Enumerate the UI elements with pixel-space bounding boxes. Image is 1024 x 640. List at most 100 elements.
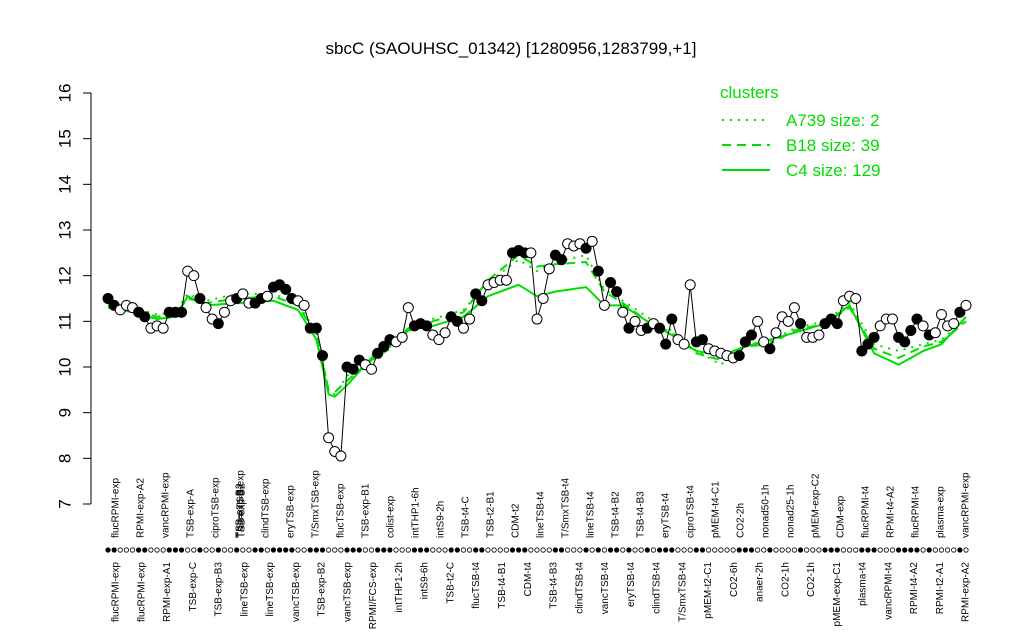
rug-mark <box>129 547 136 553</box>
data-point <box>605 277 617 289</box>
x-tick-label: flucTSB-t4 <box>471 562 482 609</box>
x-tick-label: eryTSB-t4 <box>626 562 637 607</box>
rug-mark <box>436 547 442 553</box>
rug-mark <box>914 547 920 553</box>
data-point <box>298 299 310 311</box>
data-point <box>366 363 378 375</box>
x-tick-label: plasma-exp <box>936 486 947 538</box>
x-tick-label: flucTSB-exp <box>336 483 347 538</box>
rug-mark <box>111 547 117 553</box>
x-tick-label: RPMI-t2-A1 <box>935 562 946 615</box>
rug-mark <box>240 547 246 553</box>
x-tick-label: intTHP1-2h <box>394 562 405 613</box>
rug-mark <box>742 547 748 553</box>
x-tick-label: nonad25-1h <box>786 485 797 538</box>
x-tick-label: lineTSB-t4 <box>586 491 597 538</box>
x-tick-label: TSB-exp-B3 <box>214 562 225 617</box>
rug-mark <box>117 547 123 553</box>
rug-mark <box>516 547 522 553</box>
rug-mark <box>362 547 368 553</box>
rug-mark <box>840 547 847 553</box>
rug-mark <box>203 547 209 553</box>
rug-mark <box>687 547 693 553</box>
data-point <box>788 302 800 314</box>
legend-label: B18 size: 39 <box>786 136 880 155</box>
x-tick-label: TSB-t4-C <box>461 496 472 538</box>
rug-mark <box>552 547 558 553</box>
rug-mark <box>368 547 375 553</box>
rug-mark <box>344 547 350 553</box>
rug-mark <box>853 547 859 553</box>
rug-mark <box>276 547 283 553</box>
rug-mark <box>589 547 595 553</box>
data-point <box>678 338 690 350</box>
data-point <box>948 318 960 330</box>
y-tick-label: 16 <box>55 84 74 103</box>
data-point <box>660 338 672 350</box>
rug-mark <box>705 547 712 553</box>
x-tick-label: vancRPMI-t4 <box>883 562 894 620</box>
data-point <box>525 247 537 259</box>
rug-mark <box>246 547 252 553</box>
x-tick-label: clindTSB-t4 <box>574 562 585 614</box>
x-tick-label: colist-exp <box>386 495 397 538</box>
rug-mark <box>497 547 503 553</box>
data-point <box>261 290 273 302</box>
data-point <box>280 283 292 295</box>
rug-mark <box>209 547 215 553</box>
rug-mark <box>307 547 313 553</box>
x-tick-label: flucRPMI-exp <box>136 562 147 622</box>
x-tick-label: ciproTSB-t4 <box>686 485 697 538</box>
x-tick-label: TSB-exp-C <box>188 562 199 611</box>
y-tick-label: 13 <box>55 221 74 240</box>
rug-mark <box>546 547 552 553</box>
rug-mark <box>166 547 172 553</box>
data-point <box>868 331 880 343</box>
rug-mark <box>932 547 938 553</box>
rug-mark <box>258 547 264 553</box>
rug-mark <box>650 547 657 553</box>
rug-mark <box>264 547 270 553</box>
rug-mark <box>945 547 951 553</box>
data-point <box>500 274 512 286</box>
x-tick-label: RPMI-t4-A2 <box>909 562 920 615</box>
rug-mark <box>332 547 338 553</box>
x-tick-label: RPMI-exp-A1 <box>162 562 173 622</box>
rug-mark <box>828 547 834 553</box>
x-tick-label: TSB-exp-B2 <box>317 562 328 617</box>
rug-mark <box>951 547 957 553</box>
rug-mark <box>289 547 295 553</box>
data-point <box>476 295 488 307</box>
rug-mark <box>620 547 626 553</box>
x-tick-label: CDM-t4 <box>523 562 534 597</box>
cluster-rug <box>105 547 969 553</box>
rug-mark <box>350 547 356 553</box>
rug-mark <box>399 547 405 553</box>
x-tick-label: intS9-2h <box>436 501 447 538</box>
data-point <box>237 288 249 300</box>
rug-mark <box>197 547 203 553</box>
rug-mark <box>509 547 516 553</box>
chart-figure: sbcC (SAOUHSC_01342) [1280956,1283799,+1… <box>55 39 971 629</box>
data-point <box>598 299 610 311</box>
rug-mark <box>607 547 614 553</box>
rug-mark <box>534 547 540 553</box>
x-tick-label: TSB-exp-A <box>186 489 197 538</box>
data-point <box>188 270 200 282</box>
rug-mark <box>185 547 191 553</box>
rug-mark <box>663 547 669 553</box>
data-point <box>782 315 794 327</box>
rug-mark <box>148 547 154 553</box>
rug-mark <box>871 547 877 553</box>
data-point <box>212 318 224 330</box>
rug-mark <box>902 547 908 553</box>
data-point <box>402 302 414 314</box>
legend-title: clusters <box>720 83 779 102</box>
rug-mark <box>595 547 601 553</box>
x-tick-label: CO2-6h <box>729 562 740 597</box>
x-tick-label: T/SmxTSB-t4 <box>677 562 688 622</box>
rug-mark <box>638 547 644 553</box>
x-tick-label: RPMI-t4-A2 <box>886 485 897 538</box>
rug-mark <box>565 547 571 553</box>
x-tick-label: TSB-t2-C <box>445 562 456 604</box>
